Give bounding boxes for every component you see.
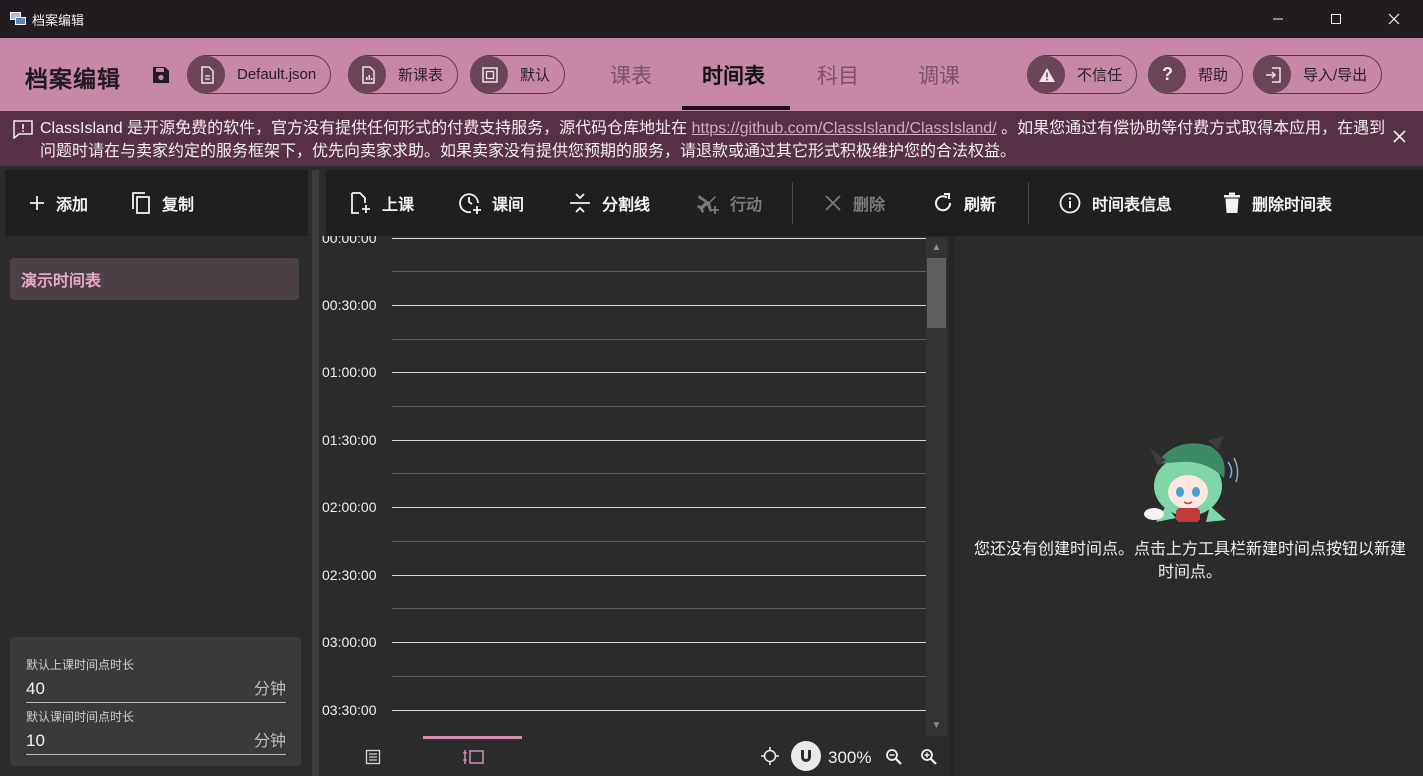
- refresh-button[interactable]: 刷新: [932, 191, 996, 215]
- help-chip[interactable]: ? 帮助: [1148, 55, 1244, 94]
- timeline-label: 01:30:00: [322, 432, 377, 448]
- add-timelayout-button[interactable]: 添加: [28, 191, 88, 215]
- snap-toggle-button[interactable]: [791, 741, 821, 771]
- active-view-indicator: [423, 736, 522, 739]
- timeline-scrollbar[interactable]: ▲ ▼: [926, 238, 947, 736]
- timelayout-info-button[interactable]: 时间表信息: [1058, 191, 1172, 215]
- editor-header: 档案编辑 Default.json 新课表 默认 课表 时间表 科目 调课 不信…: [0, 38, 1423, 111]
- help-icon: ?: [1149, 56, 1186, 93]
- empty-state-message: 您还没有创建时间点。点击上方工具栏新建时间点按钮以新建时间点。: [973, 541, 1406, 581]
- mascot-illustration: [1144, 436, 1239, 522]
- profile-file-label: Default.json: [237, 66, 317, 83]
- timeline-label: 02:00:00: [322, 499, 377, 515]
- profile-file-chip[interactable]: Default.json: [187, 55, 332, 94]
- timeline-label: 00:30:00: [322, 297, 377, 313]
- import-icon: [1254, 56, 1291, 93]
- add-break-timepoint-button[interactable]: 课间: [458, 191, 524, 215]
- copy-timelayout-button[interactable]: 复制: [130, 191, 194, 215]
- refresh-icon: [935, 193, 952, 212]
- close-icon[interactable]: [1393, 130, 1406, 143]
- timeline-view[interactable]: 00:00:00 00:30:00 01:00:00 01:30:00 02:0…: [319, 236, 949, 740]
- default-label: 默认: [520, 67, 551, 84]
- split-icon: [570, 193, 590, 213]
- timeline-bottom-bar: 300%: [319, 736, 949, 776]
- tab-timelayout[interactable]: 时间表: [702, 60, 765, 90]
- document-add-icon: [351, 192, 370, 214]
- default-durations-card: 默认上课时间点时长 40 分钟 默认课间时间点时长 10 分钟: [10, 637, 301, 766]
- default-class-duration-field[interactable]: 默认上课时间点时长 40 分钟: [26, 656, 286, 703]
- minimize-icon: [1273, 18, 1283, 20]
- scroll-up-arrow[interactable]: ▲: [926, 240, 947, 256]
- import-export-chip[interactable]: 导入/导出: [1253, 55, 1383, 94]
- timelayout-list-toolbar: 添加 复制: [5, 170, 308, 236]
- timepoint-toolbar: 上课 课间 分割线 行动 删除 刷新 时间表信息 删除时间表: [326, 170, 1423, 236]
- frame-icon: [471, 56, 508, 93]
- minimize-button[interactable]: [1249, 0, 1307, 38]
- default-chip[interactable]: 默认: [470, 55, 566, 94]
- untrusted-label: 不信任: [1077, 67, 1123, 84]
- title-bar: 档案编辑: [0, 0, 1423, 38]
- zoom-out-icon[interactable]: [885, 748, 903, 766]
- delete-timepoint-button[interactable]: 删除: [823, 191, 885, 215]
- close-window-button[interactable]: [1365, 0, 1423, 38]
- plus-icon: [30, 196, 44, 210]
- timeline-label: 00:00:00: [322, 236, 377, 246]
- default-break-duration-field[interactable]: 默认课间时间点时长 10 分钟: [26, 708, 286, 755]
- copy-icon: [132, 192, 150, 214]
- break-duration-value[interactable]: 10: [26, 731, 45, 751]
- clock-add-icon: [459, 193, 481, 214]
- message-alert-icon: [13, 120, 33, 139]
- window-title: 档案编辑: [32, 12, 85, 28]
- info-icon: [1059, 192, 1081, 214]
- save-icon[interactable]: [151, 65, 171, 85]
- scroll-down-arrow[interactable]: ▼: [926, 718, 947, 734]
- zoom-level: 300%: [828, 748, 872, 767]
- maximize-icon: [1331, 14, 1341, 24]
- help-label: 帮助: [1198, 67, 1229, 84]
- app-icon: [10, 12, 26, 26]
- tab-subjects[interactable]: 科目: [817, 60, 859, 90]
- new-classplan-chip[interactable]: 新课表: [348, 55, 459, 94]
- timeline-label: 01:00:00: [322, 364, 377, 380]
- file-icon: [188, 56, 225, 93]
- tab-classplan[interactable]: 课表: [610, 60, 652, 90]
- scrollbar-thumb[interactable]: [927, 258, 946, 328]
- untrusted-chip[interactable]: 不信任: [1027, 55, 1138, 94]
- page-title: 档案编辑: [25, 66, 121, 92]
- timeline-label: 02:30:00: [322, 567, 377, 583]
- import-export-label: 导入/导出: [1303, 67, 1368, 84]
- timeline-label: 03:00:00: [322, 634, 377, 650]
- crosshair-icon[interactable]: [761, 747, 779, 765]
- repo-link[interactable]: https://github.com/ClassIsland/ClassIsla…: [692, 120, 997, 137]
- timeline-view-icon[interactable]: [463, 748, 485, 766]
- timelayout-list-item[interactable]: 演示时间表: [10, 258, 299, 300]
- notice-text: ClassIsland 是开源免费的软件，官方没有提供任何形式的付费支持服务，源…: [40, 120, 1386, 160]
- add-action-button[interactable]: 行动: [696, 191, 762, 215]
- delete-timelayout-button[interactable]: 删除时间表: [1222, 191, 1332, 215]
- panel-splitter[interactable]: [312, 170, 319, 776]
- timeline-label: 03:30:00: [322, 702, 377, 718]
- magnet-icon: [801, 750, 811, 762]
- close-icon: [1388, 13, 1400, 25]
- close-icon: [825, 195, 841, 211]
- class-duration-value[interactable]: 40: [26, 679, 45, 699]
- add-class-timepoint-button[interactable]: 上课: [348, 191, 414, 215]
- warning-icon: [1028, 56, 1065, 93]
- active-tab-indicator: [682, 106, 790, 110]
- zoom-in-icon[interactable]: [920, 748, 938, 766]
- maximize-button[interactable]: [1307, 0, 1365, 38]
- tab-swap-class[interactable]: 调课: [918, 60, 960, 90]
- new-classplan-label: 新课表: [398, 67, 444, 84]
- opensource-notice-banner: ClassIsland 是开源免费的软件，官方没有提供任何形式的付费支持服务，源…: [0, 111, 1423, 166]
- list-view-icon[interactable]: [365, 749, 381, 765]
- trash-icon: [1224, 192, 1240, 213]
- add-divider-button[interactable]: 分割线: [568, 191, 650, 215]
- document-chart-icon: [349, 56, 386, 93]
- airplane-icon: [697, 195, 719, 214]
